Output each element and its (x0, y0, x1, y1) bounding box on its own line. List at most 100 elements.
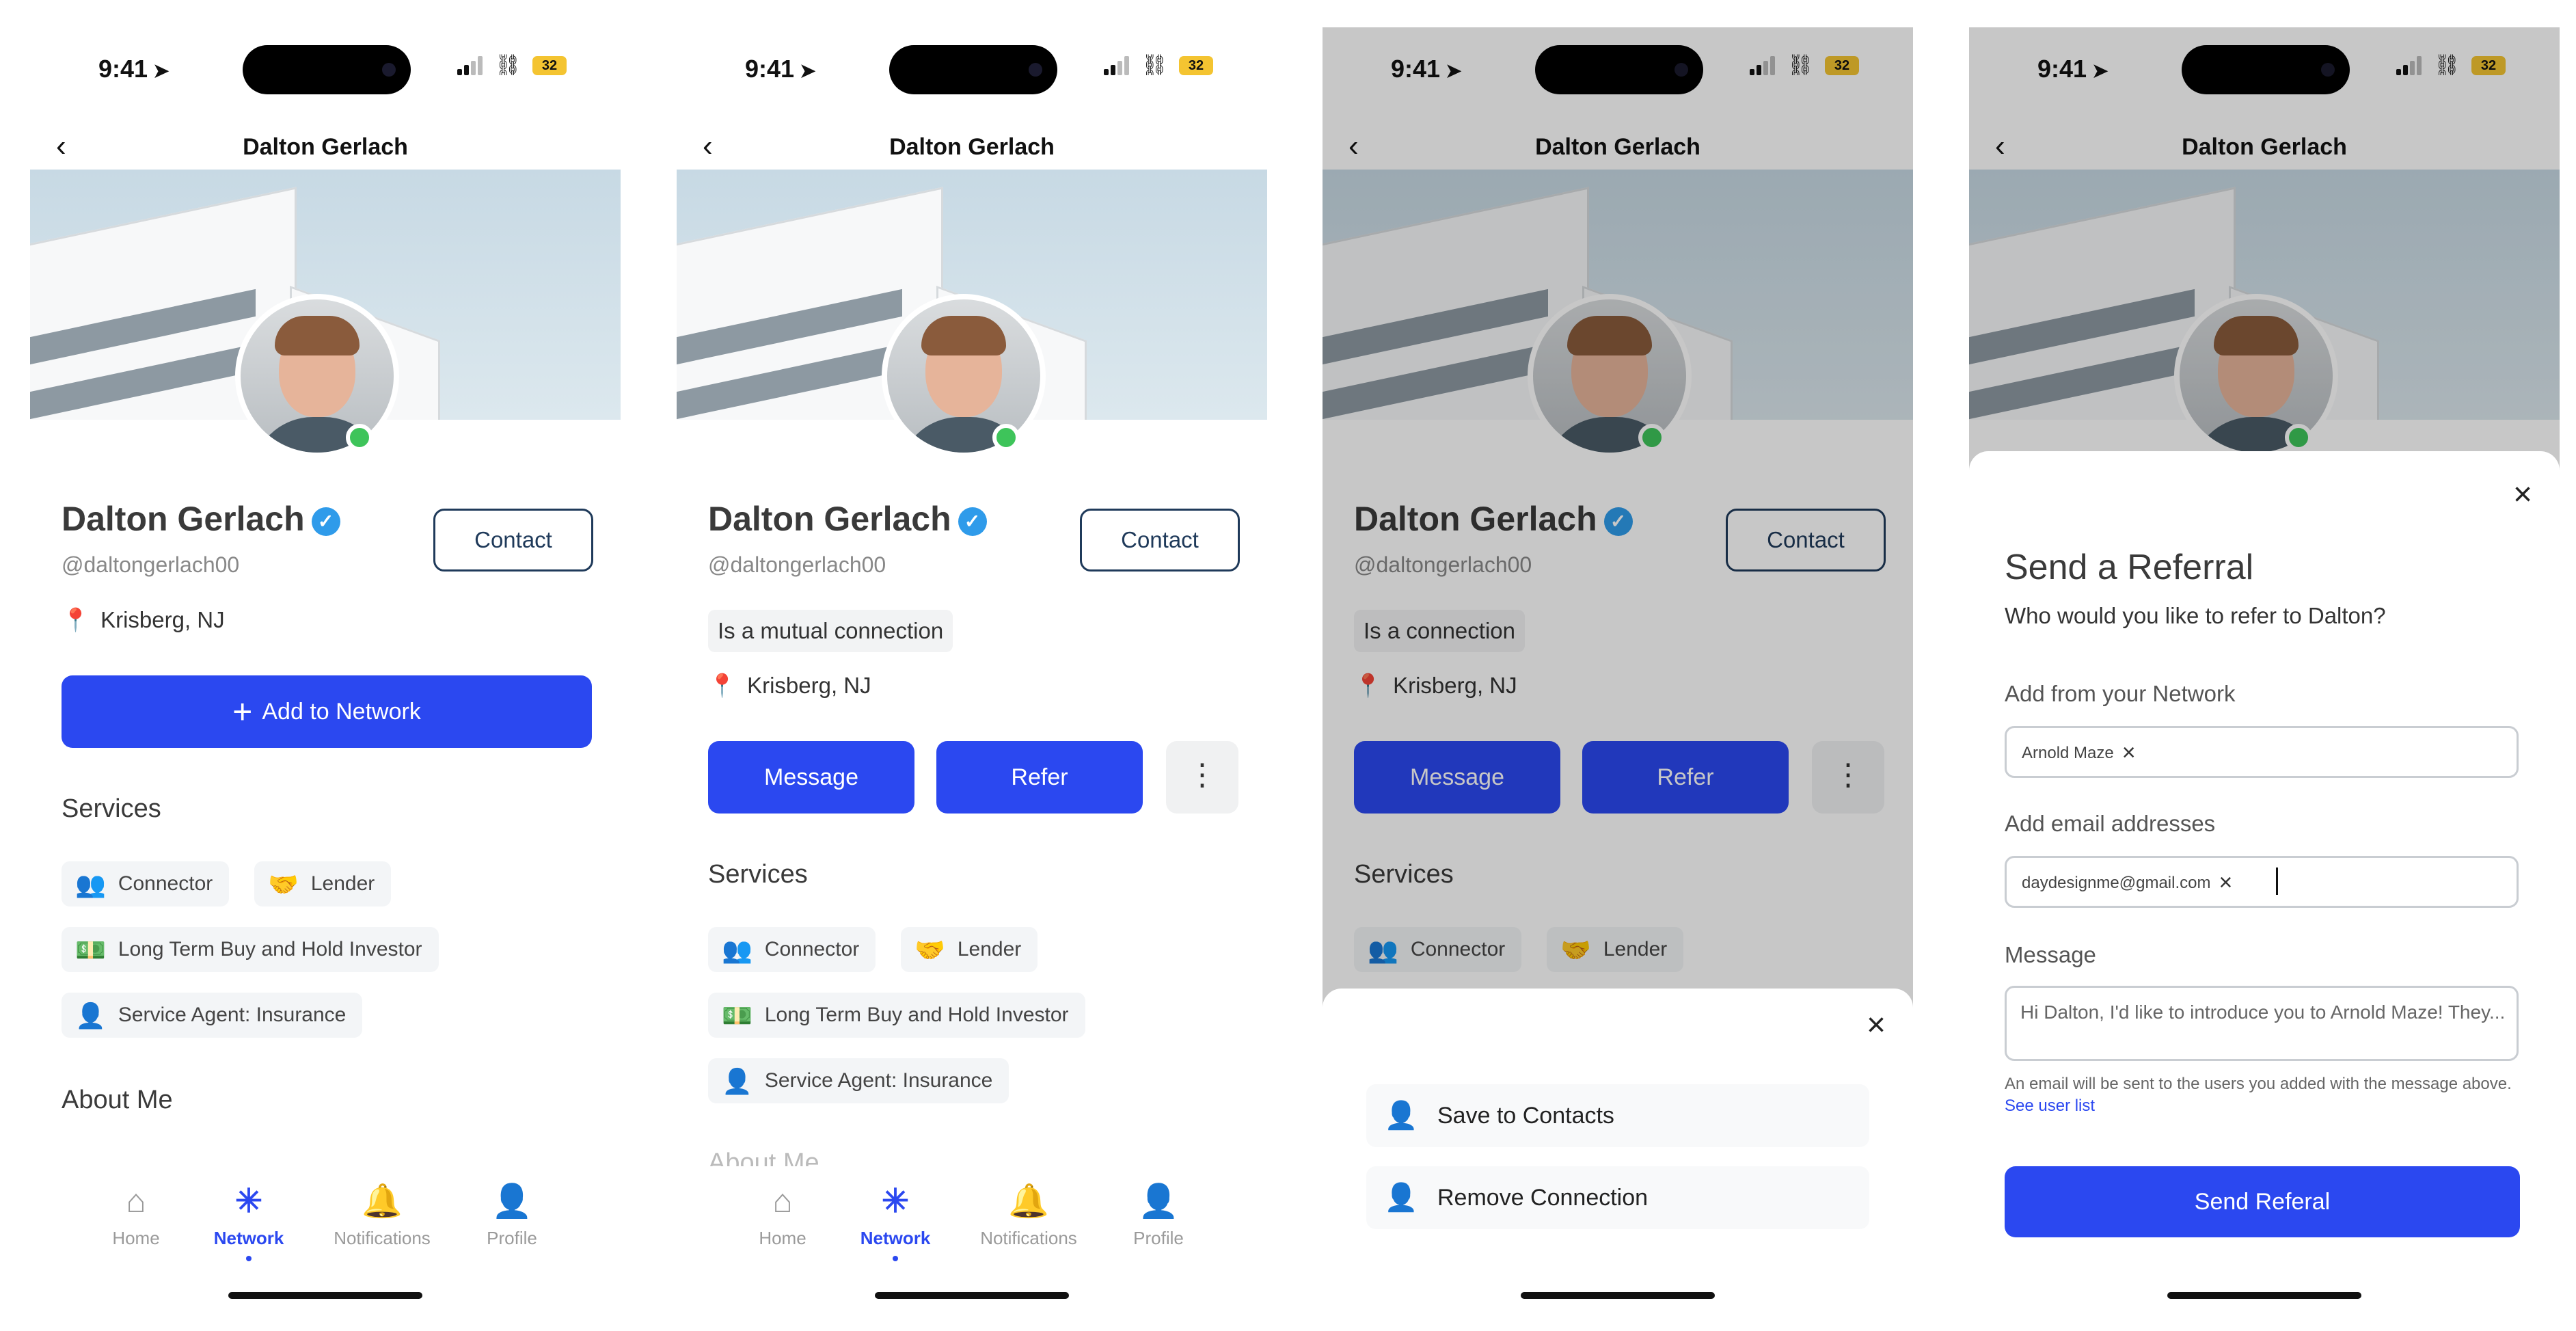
send-referral-screen: 9:41 ➤ ⛓ 32 ‹ Dalton Gerlach × Send a Ref… (1969, 27, 2560, 1331)
service-chip: 🤝 Lender (254, 861, 392, 906)
email-tag: daydesignme@gmail.com × (2022, 870, 2233, 896)
user-shield-icon: 👤 (75, 1001, 106, 1030)
remove-tag-icon[interactable]: × (2122, 740, 2136, 766)
mutual-connection-badge: Is a mutual connection (708, 610, 953, 652)
dynamic-island (889, 45, 1057, 94)
service-chip: 💵 Long Term Buy and Hold Investor (62, 927, 439, 972)
see-user-list-link[interactable]: See user list (2005, 1097, 2095, 1115)
tab-bar: ⌂ Home ✳ Network 🔔 Notifications 👤 Profile (30, 1166, 621, 1331)
bell-icon: 🔔 (362, 1183, 403, 1220)
referral-sheet: × Send a Referral Who would you like to … (1969, 451, 2560, 1331)
email-input[interactable]: daydesignme@gmail.com × (2005, 856, 2519, 908)
service-chip: 💵 Long Term Buy and Hold Investor (708, 993, 1085, 1038)
home-icon: ⌂ (772, 1183, 793, 1220)
remove-connection-item[interactable]: 👤 Remove Connection (1366, 1166, 1869, 1229)
user-check-icon: 👤 (1384, 1101, 1418, 1131)
services-title: Services (708, 860, 808, 889)
options-sheet: × 👤 Save to Contacts 👤 Remove Connection (1323, 989, 1913, 1331)
network-icon: ✳ (881, 1183, 910, 1220)
service-chip: 👥 Connector (708, 927, 876, 972)
send-referral-button[interactable]: Send Referal (2005, 1166, 2520, 1237)
tab-home[interactable]: ⌂ Home (78, 1181, 194, 1249)
online-status-dot (346, 424, 373, 451)
profile-icon: 👤 (491, 1183, 532, 1220)
online-status-dot (992, 424, 1020, 451)
link-icon: ⛓ (1141, 54, 1168, 77)
status-bar: 9:41 ➤ ⛓ 32 (30, 27, 621, 113)
contact-button[interactable]: Contact (1080, 509, 1240, 572)
page-title: Dalton Gerlach (243, 134, 408, 160)
tab-profile[interactable]: 👤 Profile (1100, 1181, 1217, 1249)
users-icon: 👥 (722, 936, 753, 964)
users-icon: 👥 (75, 870, 106, 898)
save-to-contacts-item[interactable]: 👤 Save to Contacts (1366, 1084, 1869, 1147)
profile-location: 📍 Krisberg, NJ (62, 607, 225, 632)
home-indicator (228, 1292, 422, 1299)
verified-badge-icon: ✓ (958, 507, 987, 536)
message-label: Message (2005, 942, 2096, 967)
contact-button[interactable]: Contact (433, 509, 593, 572)
bell-icon: 🔔 (1008, 1183, 1049, 1220)
email-label: Add email addresses (2005, 811, 2216, 836)
network-tag: Arnold Maze × (2022, 740, 2136, 766)
close-icon[interactable]: × (1867, 1009, 1886, 1042)
handshake-icon: 🤝 (268, 870, 299, 898)
message-textarea[interactable]: Hi Dalton, I'd like to introduce you to … (2005, 986, 2519, 1061)
plus-icon: + (232, 693, 253, 731)
tab-notifications[interactable]: 🔔 Notifications (971, 1181, 1087, 1249)
network-input[interactable]: Arnold Maze × (2005, 726, 2519, 778)
referral-subtitle: Who would you like to refer to Dalton? (2005, 603, 2386, 628)
avatar[interactable] (235, 294, 399, 458)
about-title: About Me (62, 1086, 173, 1114)
money-icon: 💵 (722, 1001, 753, 1030)
close-icon[interactable]: × (2513, 479, 2532, 511)
service-chip: 🤝 Lender (901, 927, 1038, 972)
profile-screen-mutual: 9:41 ➤ ⛓ 32 ‹ Dalton Gerlach Dalton Gerla… (677, 27, 1267, 1331)
home-icon: ⌂ (126, 1183, 146, 1220)
profile-icon: 👤 (1138, 1183, 1179, 1220)
home-indicator (2167, 1292, 2361, 1299)
pin-icon: 📍 (62, 607, 90, 632)
location-arrow-icon: ➤ (153, 60, 170, 81)
tab-network[interactable]: ✳ Network (837, 1181, 953, 1261)
signal-icon (1104, 56, 1130, 75)
pin-icon: 📍 (708, 673, 737, 698)
remove-tag-icon[interactable]: × (2219, 870, 2232, 896)
message-button[interactable]: Message (708, 741, 914, 814)
link-icon: ⛓ (495, 54, 521, 77)
referral-title: Send a Referral (2005, 548, 2254, 587)
status-bar: 9:41 ➤ ⛓ 32 (677, 27, 1267, 113)
battery-icon: 32 (1179, 56, 1213, 75)
signal-icon (457, 56, 483, 75)
profile-screen-not-connected: 9:41 ➤ ⛓ 32 ‹ Dalton Gerlach Dalton Gerla… (30, 27, 621, 1331)
location-arrow-icon: ➤ (800, 60, 816, 81)
profile-name: Dalton Gerlach ✓ (62, 499, 340, 539)
verified-badge-icon: ✓ (311, 507, 340, 536)
status-time: 9:41 ➤ (745, 55, 816, 83)
profile-handle: @daltongerlach00 (62, 552, 240, 577)
tab-bar: ⌂ Home ✳ Network 🔔 Notifications 👤 Profile (677, 1166, 1267, 1331)
tab-profile[interactable]: 👤 Profile (454, 1181, 570, 1249)
home-indicator (875, 1292, 1069, 1299)
user-shield-icon: 👤 (722, 1067, 753, 1095)
tab-home[interactable]: ⌂ Home (724, 1181, 841, 1249)
tab-network[interactable]: ✳ Network (191, 1181, 307, 1261)
add-to-network-button[interactable]: + Add to Network (62, 675, 592, 748)
message-value: Hi Dalton, I'd like to introduce you to … (2020, 1001, 2506, 1023)
tab-notifications[interactable]: 🔔 Notifications (324, 1181, 440, 1249)
handshake-icon: 🤝 (914, 936, 945, 964)
network-label: Add from your Network (2005, 681, 2236, 706)
profile-handle: @daltongerlach00 (708, 552, 886, 577)
service-chip: 👤 Service Agent: Insurance (708, 1058, 1009, 1103)
status-time: 9:41 ➤ (98, 55, 170, 83)
refer-button[interactable]: Refer (936, 741, 1143, 814)
more-options-icon[interactable]: ⋮ (1166, 741, 1238, 814)
home-indicator (1521, 1292, 1715, 1299)
service-chip: 👥 Connector (62, 861, 230, 906)
network-icon: ✳ (234, 1183, 263, 1220)
avatar[interactable] (882, 294, 1046, 458)
profile-screen-options-sheet: 9:41 ➤ ⛓ 32 ‹ Dalton Gerlach Dalton Gerla… (1323, 27, 1913, 1331)
money-icon: 💵 (75, 936, 106, 964)
user-remove-icon: 👤 (1384, 1183, 1418, 1213)
referral-note: An email will be sent to the users you a… (2005, 1075, 2512, 1115)
